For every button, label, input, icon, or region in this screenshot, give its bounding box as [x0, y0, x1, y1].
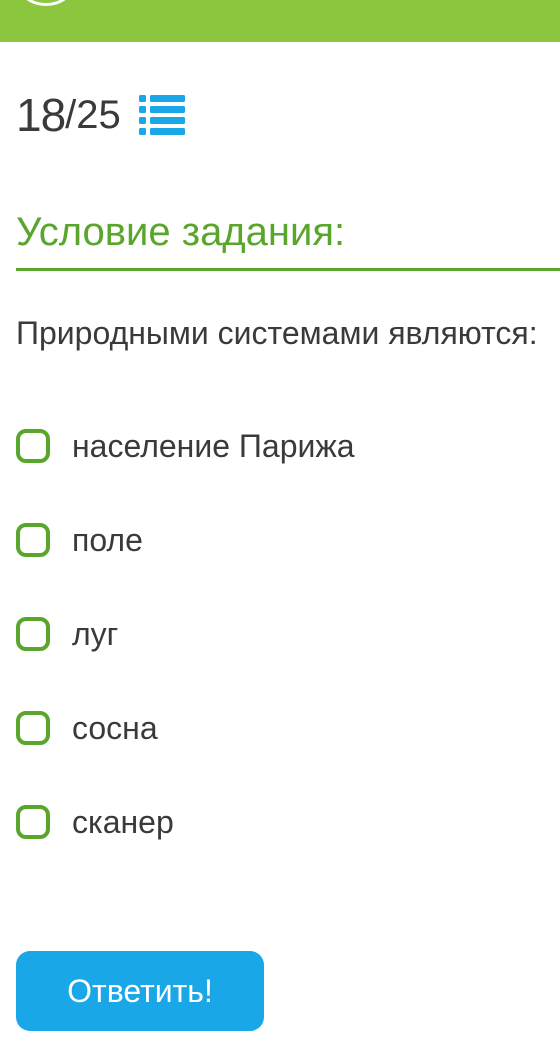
option-label: сканер: [72, 804, 174, 840]
option-label: луг: [72, 616, 119, 652]
list-icon[interactable]: [138, 94, 185, 136]
menu-circle-icon[interactable]: [20, 0, 72, 6]
option-label: население Парижа: [72, 428, 355, 464]
checkbox[interactable]: [16, 429, 50, 463]
title-divider: [16, 268, 560, 271]
option-2[interactable]: поле: [16, 512, 546, 568]
option-label: поле: [72, 522, 143, 558]
question-counter: 18/25: [16, 86, 185, 144]
question-text: Природными системами являются:: [16, 315, 538, 351]
checkbox[interactable]: [16, 805, 50, 839]
option-5[interactable]: сканер: [16, 794, 546, 850]
checkbox[interactable]: [16, 617, 50, 651]
top-bar: [0, 0, 560, 42]
section-title: Условие задания:: [16, 210, 346, 254]
option-label: сосна: [72, 710, 158, 746]
option-3[interactable]: луг: [16, 606, 546, 662]
option-1[interactable]: население Парижа: [16, 418, 546, 474]
counter-current: 18: [16, 89, 66, 141]
submit-answer-button[interactable]: Ответить!: [16, 951, 264, 1031]
answer-options: население Парижа поле луг сосна сканер: [16, 418, 546, 888]
checkbox[interactable]: [16, 523, 50, 557]
counter-total: 25: [76, 93, 121, 137]
option-4[interactable]: сосна: [16, 700, 546, 756]
counter-separator: /: [65, 93, 77, 137]
checkbox[interactable]: [16, 711, 50, 745]
